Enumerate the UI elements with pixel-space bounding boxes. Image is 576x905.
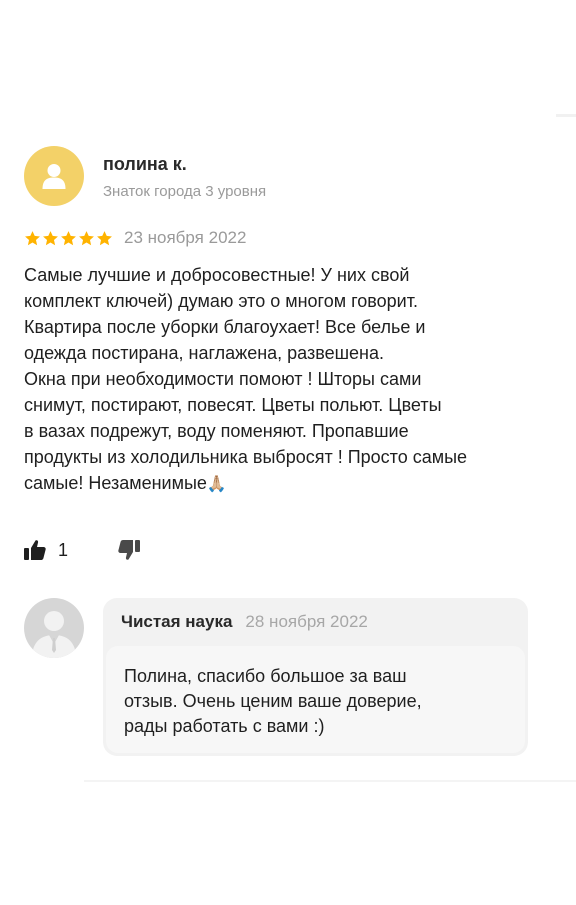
star-icon	[43, 230, 58, 245]
author-avatar[interactable]	[24, 146, 84, 206]
reply-header: Чистая наука 28 ноября 2022	[121, 612, 368, 634]
owner-reply: Чистая наука 28 ноября 2022 Полина, спас…	[103, 598, 528, 756]
reply-date: 28 ноября 2022	[245, 612, 368, 631]
star-icon	[61, 230, 76, 245]
business-person-icon	[32, 611, 76, 658]
rating-row: 23 ноября 2022	[24, 226, 246, 250]
reply-author[interactable]: Чистая наука	[121, 612, 232, 632]
pray-emoji: 🙏🏼	[206, 476, 227, 493]
reply-bubble: Полина, спасибо большое за ваш отзыв. Оч…	[106, 646, 525, 753]
reply-avatar[interactable]	[24, 598, 84, 658]
reactions: 1	[24, 537, 141, 563]
star-icon	[25, 230, 40, 245]
review-date: 23 ноября 2022	[124, 228, 247, 247]
bottom-divider	[84, 780, 576, 782]
author-name[interactable]: полина к.	[103, 154, 187, 175]
star-icon	[79, 230, 94, 245]
thumbs-down-icon[interactable]	[118, 539, 141, 561]
rating-stars	[24, 230, 113, 247]
thumbs-up-icon[interactable]	[24, 539, 46, 561]
user-silhouette-icon	[42, 164, 66, 189]
top-divider	[556, 114, 576, 117]
review-body: Самые лучшие и добросовестные! У них сво…	[24, 265, 468, 493]
review-text: Самые лучшие и добросовестные! У них сво…	[24, 262, 554, 498]
reply-text: Полина, спасибо большое за ваш отзыв. Оч…	[124, 666, 422, 736]
author-level: Знаток города 3 уровня	[103, 183, 267, 200]
like-count: 1	[58, 539, 69, 560]
star-icon	[97, 230, 112, 245]
